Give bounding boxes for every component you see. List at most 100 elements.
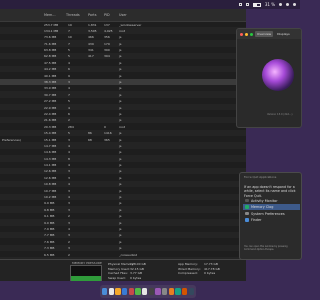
cell-thr: 10: [68, 35, 72, 40]
stat-label: App Memory:: [178, 262, 198, 266]
column-threads[interactable]: Threads: [66, 13, 80, 17]
dock: [100, 285, 196, 298]
column-memory[interactable]: Mem...: [44, 13, 56, 17]
column-user[interactable]: User: [119, 13, 127, 17]
dock-app-icon[interactable]: [108, 288, 114, 295]
cell-mem: 12.6 MB: [44, 175, 57, 180]
app-memory-value: 17.73 GB: [204, 262, 218, 266]
cell-mem: 62.8 MB: [44, 54, 57, 59]
cell-user: js: [119, 137, 122, 142]
cell-thr: 6: [68, 111, 70, 116]
cell-mem: 134.1 MB: [44, 28, 59, 33]
battery-icon[interactable]: [252, 2, 261, 7]
cell-thr: 19: [68, 22, 72, 27]
wifi-icon[interactable]: [279, 3, 282, 6]
cell-thr: 3: [68, 220, 70, 225]
cell-thr: 7: [68, 28, 70, 33]
cell-ports: 466: [88, 35, 94, 40]
cell-thr: 4: [68, 60, 70, 65]
dock-app-icon[interactable]: [155, 288, 161, 295]
dock-app-icon[interactable]: [188, 288, 194, 295]
app-list-item[interactable]: Finder: [243, 217, 300, 224]
cell-user: js: [119, 175, 122, 180]
cell-thr: 4: [68, 163, 70, 168]
dock-app-icon[interactable]: [148, 288, 154, 295]
dock-app-icon[interactable]: [162, 288, 168, 295]
cell-mem: 9.1 MB: [44, 214, 55, 219]
cell-thr: 4: [68, 143, 70, 148]
force-quit-window: Force Quit Applications If an app doesn'…: [239, 172, 302, 260]
cell-mem: 73.6 MB: [44, 35, 57, 40]
cell-mem: 15.4 MB: [44, 131, 57, 136]
cell-pid: 179: [104, 41, 110, 46]
cell-thr: 4: [68, 150, 70, 155]
screen-icon[interactable]: [245, 3, 249, 6]
cell-user: js: [119, 35, 122, 40]
cell-ports: 417: [88, 54, 94, 59]
cell-user: js: [119, 169, 122, 174]
close-icon[interactable]: [240, 32, 243, 36]
cell-user: js: [119, 99, 122, 104]
cell-user: js: [119, 48, 122, 53]
cell-mem: 21.6 MB: [44, 118, 57, 123]
dock-app-icon[interactable]: [122, 288, 128, 295]
cell-thr: 3: [68, 233, 70, 238]
cell-user: js: [119, 207, 122, 212]
cell-pid: 1416: [104, 131, 112, 136]
cell-mem: 38.3 MB: [44, 80, 57, 85]
cell-user: js: [119, 150, 122, 155]
tab-overview[interactable]: Overview: [255, 31, 274, 37]
cell-user: js: [119, 54, 122, 59]
cell-pid: 394: [104, 54, 110, 59]
app-name: Memory Clog: [251, 205, 274, 209]
dock-app-icon[interactable]: [182, 288, 188, 295]
dock-app-icon[interactable]: [128, 288, 134, 295]
cell-mem: 7.6 MB: [44, 239, 55, 244]
app-name: Activity Monitor: [251, 198, 278, 203]
dock-app-icon[interactable]: [115, 288, 121, 295]
app-icon: [245, 211, 249, 215]
dock-app-icon[interactable]: [102, 288, 108, 295]
cell-mem: 12.6 MB: [44, 169, 57, 174]
dock-app-icon[interactable]: [168, 288, 174, 295]
app-icon: [245, 198, 249, 202]
cell-thr: 3: [68, 80, 70, 85]
cell-thr: 5: [68, 48, 70, 53]
cell-user: js: [119, 195, 122, 200]
cell-thr: 3: [68, 188, 70, 193]
cell-user: js: [119, 105, 122, 110]
app-icon: [245, 205, 249, 209]
memory-pressure-graph: [70, 265, 102, 281]
cell-user: js: [119, 131, 122, 136]
dropbox-icon[interactable]: [238, 3, 242, 6]
search-icon[interactable]: [286, 3, 289, 6]
cell-thr: 2: [68, 239, 70, 244]
cell-mem: 7.9 MB: [44, 227, 55, 231]
about-titlebar: Overview Displays: [237, 29, 301, 39]
cell-mem: 9.8 MB: [44, 207, 55, 212]
dock-app-icon[interactable]: [142, 288, 148, 295]
memory-pressure-fill: [71, 275, 101, 281]
cell-mem: 6.5 MB: [44, 252, 55, 257]
cell-user: js: [119, 92, 122, 97]
cell-mem: 14.3 MB: [44, 156, 57, 161]
dock-app-icon[interactable]: [175, 288, 181, 295]
cell-user: js: [119, 239, 122, 244]
memory-used-value: 32.15 GB: [130, 266, 144, 271]
control-center-icon[interactable]: [293, 3, 296, 6]
minimize-icon[interactable]: [245, 32, 248, 36]
cell-thr: 3: [68, 201, 70, 206]
column-ports[interactable]: Ports: [88, 13, 97, 17]
zoom-icon[interactable]: [250, 32, 253, 36]
cell-user: js: [119, 214, 122, 219]
column-pid[interactable]: PID: [104, 13, 110, 17]
cell-mem: 40.1 MB: [44, 73, 57, 78]
cell-mem: 7.3 MB: [44, 246, 55, 251]
app-name: System Preferences: [251, 211, 285, 216]
cell-thr: 3: [68, 246, 70, 251]
cell-user: js: [119, 163, 122, 168]
cell-user: js: [119, 201, 122, 206]
cell-mem: 33.9 MB: [44, 86, 57, 91]
dock-app-icon[interactable]: [135, 288, 141, 295]
tab-displays[interactable]: Displays: [275, 31, 292, 37]
